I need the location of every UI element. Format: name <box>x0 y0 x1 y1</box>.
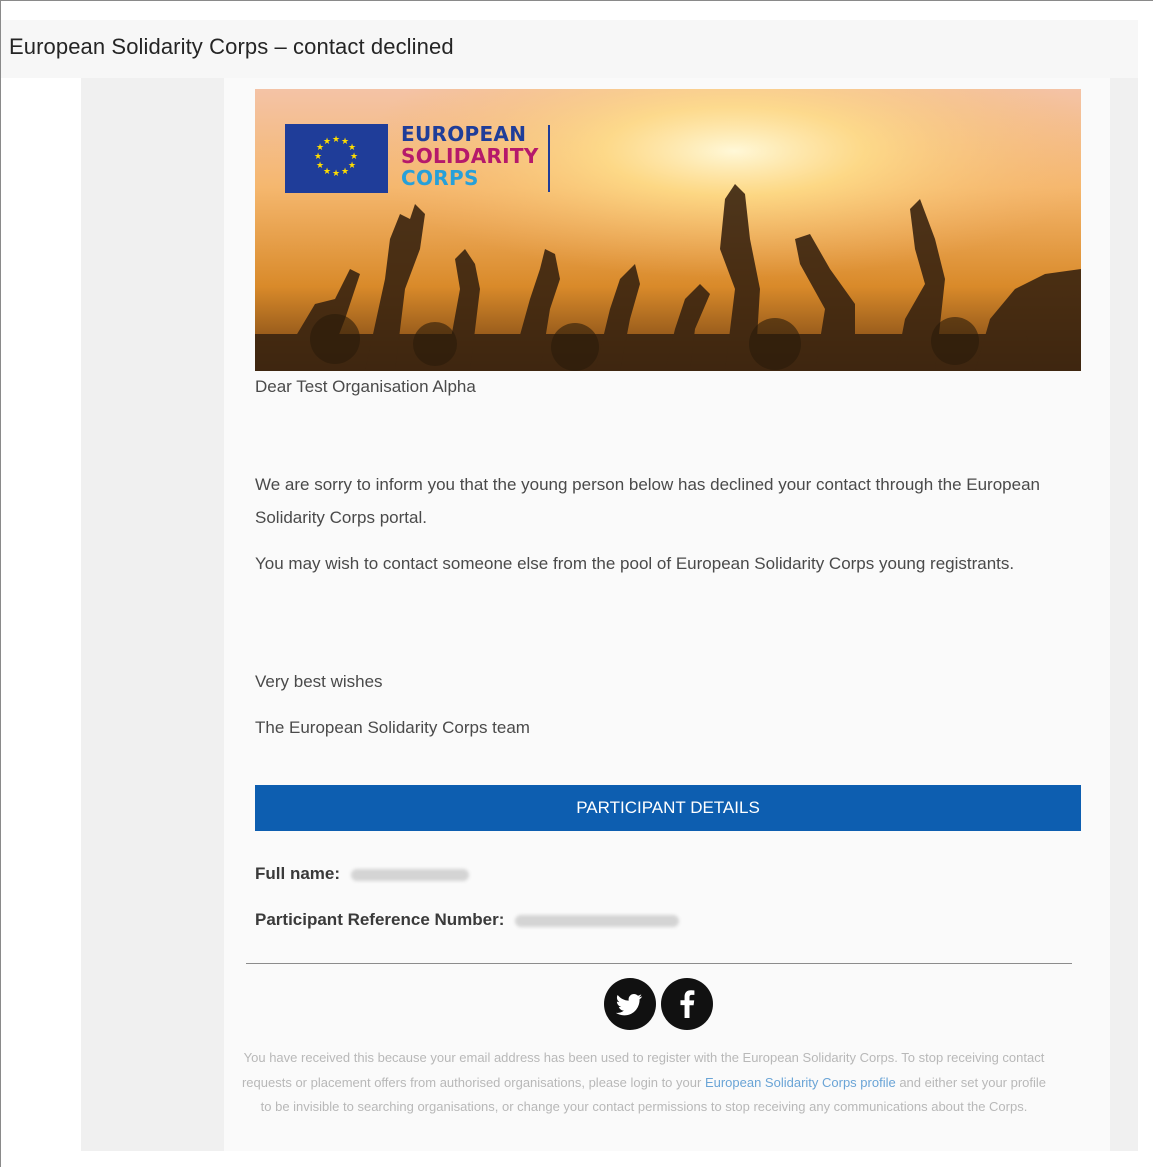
redacted-full-name <box>350 868 469 881</box>
section-title: PARTICIPANT DETAILS <box>576 798 760 817</box>
email-subject: European Solidarity Corps – contact decl… <box>9 34 454 59</box>
signature: The European Solidarity Corps team <box>255 718 530 737</box>
twitter-icon[interactable] <box>604 978 656 1030</box>
greeting: Dear Test Organisation Alpha <box>255 377 476 396</box>
reference-number-label: Participant Reference Number: <box>255 910 505 929</box>
svg-text:★: ★ <box>341 167 349 177</box>
svg-text:★: ★ <box>323 137 331 147</box>
svg-text:★: ★ <box>332 135 340 145</box>
eu-flag-icon: ★ ★ ★ ★ ★ ★ ★ ★ ★ ★ ★ ★ <box>285 124 388 193</box>
message-paragraph-2: You may wish to contact someone else fro… <box>255 554 1015 573</box>
footer-notice: You have received this because your emai… <box>241 1050 1047 1114</box>
footer-divider <box>246 963 1072 964</box>
full-name-field: Full name: <box>255 864 469 884</box>
logo-divider <box>548 125 550 192</box>
reference-number-field: Participant Reference Number: <box>255 910 680 930</box>
participant-details-header: PARTICIPANT DETAILS <box>255 785 1081 831</box>
svg-text:★: ★ <box>316 161 324 171</box>
svg-text:★: ★ <box>348 161 356 171</box>
svg-text:★: ★ <box>314 152 322 162</box>
corps-logo-text: EUROPEAN SOLIDARITY CORPS <box>401 122 539 190</box>
closing-line: Very best wishes <box>255 672 383 691</box>
full-name-label: Full name: <box>255 864 341 883</box>
message-paragraph-1: We are sorry to inform you that the youn… <box>255 475 1040 527</box>
header-banner: ★ ★ ★ ★ ★ ★ ★ ★ ★ ★ ★ ★ EUROPEAN SOLIDARITY CORP… <box>255 89 1081 371</box>
title-bar: European Solidarity Corps – contact decl… <box>1 20 1138 78</box>
svg-text:★: ★ <box>332 169 340 179</box>
profile-link[interactable]: European Solidarity Corps profile <box>705 1075 896 1090</box>
facebook-icon[interactable] <box>661 978 713 1030</box>
redacted-reference-number <box>515 914 680 927</box>
svg-text:★: ★ <box>323 167 331 177</box>
